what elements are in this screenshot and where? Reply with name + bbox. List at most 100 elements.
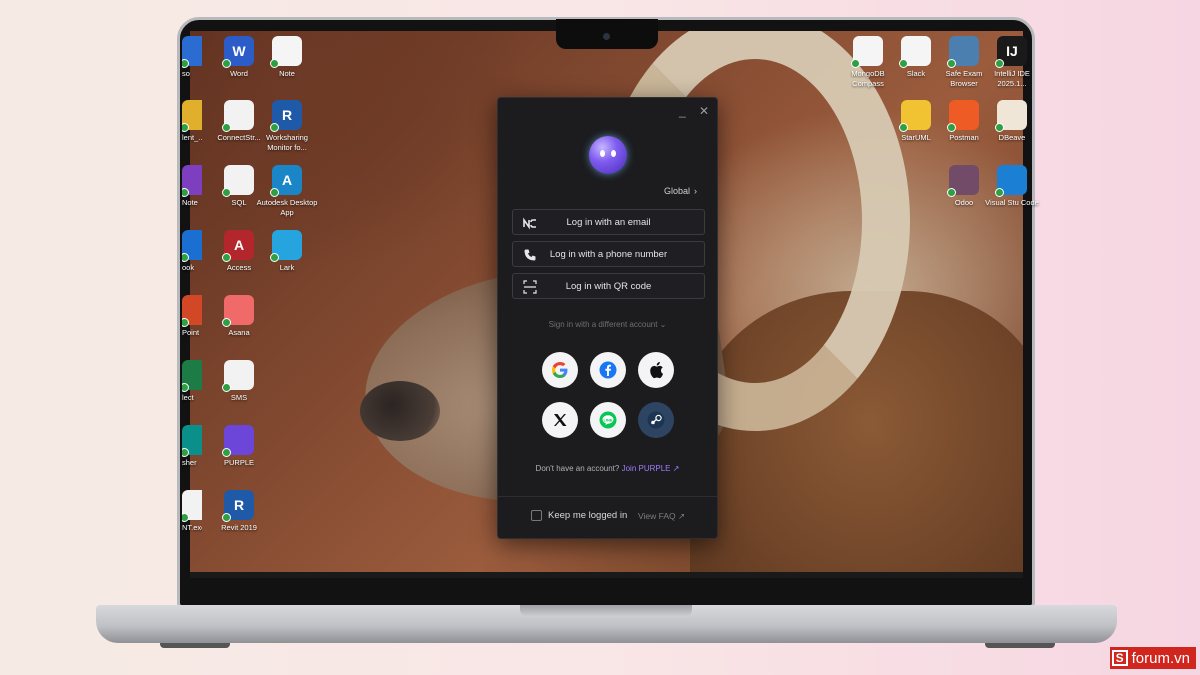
desktop-icon-sher[interactable]: sher [182,425,202,468]
desktop-icon-label: SMS [230,393,248,402]
desktop-icon-worksharing-monitor-fo[interactable]: R Worksharing Monitor fo... [256,100,318,152]
minimize-icon[interactable]: _ [679,105,686,117]
forum-watermark: S forum.vn [1109,647,1196,669]
app-icon [947,36,979,68]
sync-check-icon [947,188,956,197]
close-icon[interactable]: ✕ [699,105,709,117]
external-link-icon: ↗ [672,464,680,473]
app-icon [222,295,254,327]
keep-logged-in-checkbox[interactable] [531,510,542,521]
app-icon [222,100,254,132]
brand-name: forum.vn [1131,649,1190,667]
desktop-icon-note[interactable]: Note [256,36,318,79]
sync-check-icon [995,123,1004,132]
desktop-icon-label: Visual Stu Code [985,198,1039,207]
desktop-icon-label: Asana [228,328,250,337]
line-icon: LINE [599,411,617,429]
google-login-button[interactable] [542,352,578,388]
laptop-base [96,605,1117,643]
app-icon: R [270,100,302,132]
app-icon [995,165,1027,197]
desktop-icon-dbeave[interactable]: DBeave [981,100,1043,143]
desktop-icon-label: Worksharing Monitor fo... [266,133,308,152]
app-icon [182,36,202,68]
desktop-icon-nt-exe[interactable]: NT.exe [182,490,202,533]
base-groove [520,605,692,617]
qr-login-label: Log in with QR code [565,280,652,292]
app-icon [182,490,202,522]
app-icon [899,100,931,132]
desktop-icon-label: DBeave [998,133,1026,142]
different-account-link[interactable]: Sign in with a different account ⌄ [498,320,717,329]
sync-check-icon [851,59,860,68]
app-icon [222,425,254,457]
app-icon [182,230,202,262]
app-icon [182,100,202,132]
app-icon [182,165,202,197]
app-icon [182,360,202,392]
desktop-icon-autodesk-desktop-app[interactable]: A Autodesk Desktop App [256,165,318,217]
desktop-icon-label: Autodesk Desktop App [256,198,318,217]
app-icon [995,100,1027,132]
different-account-label: Sign in with a different account [548,320,658,329]
desktop-icon-label: ook [182,263,195,272]
desktop-icon-point[interactable]: Point [182,295,202,338]
desktop-icon-label: PURPLE [223,458,254,467]
sync-check-icon [222,513,231,522]
sync-check-icon [899,123,908,132]
sync-check-icon [947,123,956,132]
app-icon: R [222,490,254,522]
desktop-icon-purple[interactable]: PURPLE [208,425,270,468]
nc-logo-icon [523,216,537,230]
apple-icon [650,361,663,379]
signup-prompt: Don't have an account? Join PURPLE ↗ [498,464,717,473]
keep-logged-in-label: Keep me logged in [548,510,628,521]
desktop-icon-note[interactable]: Note [182,165,202,208]
email-login-button[interactable]: Log in with an email [512,209,705,235]
join-purple-link[interactable]: Join PURPLE ↗ [622,464,680,473]
taskbar-strip [190,572,1023,578]
facebook-login-button[interactable] [590,352,626,388]
app-icon [222,360,254,392]
desktop-icon-lent[interactable]: lent_... [182,100,202,143]
desktop-icon-ook[interactable]: ook [182,230,202,273]
logo-eye-right [611,150,616,157]
desktop-icon-lark[interactable]: Lark [256,230,318,273]
sync-check-icon [222,318,231,327]
camera-notch [556,19,658,49]
desktop-icon-label: Revit 2019 [221,523,257,532]
region-label: Global [663,186,690,196]
login-dialog: _ ✕ Global › Log in with an email Log in… [497,97,718,539]
apple-login-button[interactable] [638,352,674,388]
desktop-icon-asana[interactable]: Asana [208,295,270,338]
keep-logged-in-row: Keep me logged in [531,510,627,521]
phone-login-button[interactable]: Log in with a phone number [512,241,705,267]
region-selector[interactable]: Global › [664,186,697,196]
chevron-right-icon: › [694,186,697,196]
desktop-icon-label: Point [182,328,200,337]
desktop-icon-label: Lark [279,263,295,272]
sync-check-icon [222,253,231,262]
desktop-icon-visual-stu-code[interactable]: Visual Stu Code [981,165,1043,208]
x-login-button[interactable] [542,402,578,438]
desktop-icon-label: Note [279,69,295,78]
sync-check-icon [182,188,189,197]
steam-login-button[interactable] [638,402,674,438]
line-login-button[interactable]: LINE [590,402,626,438]
desktop-icon-so[interactable]: so [182,36,202,79]
sync-check-icon [182,448,189,457]
laptop-foot-left [160,643,230,648]
desktop-icon-lect[interactable]: lect [182,360,202,403]
desktop-icon-intellij-ide-2025-1[interactable]: IJ IntelliJ IDE 2025.1... [981,36,1043,88]
sync-check-icon [270,59,279,68]
app-icon [182,295,202,327]
sync-check-icon [182,59,189,68]
view-faq-label: View FAQ [638,511,676,521]
view-faq-link[interactable]: View FAQ ↗ [638,511,685,522]
qr-login-button[interactable]: Log in with QR code [512,273,705,299]
app-icon: A [270,165,302,197]
desktop-icon-sms[interactable]: SMS [208,360,270,403]
desktop-icon-revit-2019[interactable]: R Revit 2019 [208,490,270,533]
svg-text:LINE: LINE [603,417,612,422]
sync-check-icon [222,383,231,392]
